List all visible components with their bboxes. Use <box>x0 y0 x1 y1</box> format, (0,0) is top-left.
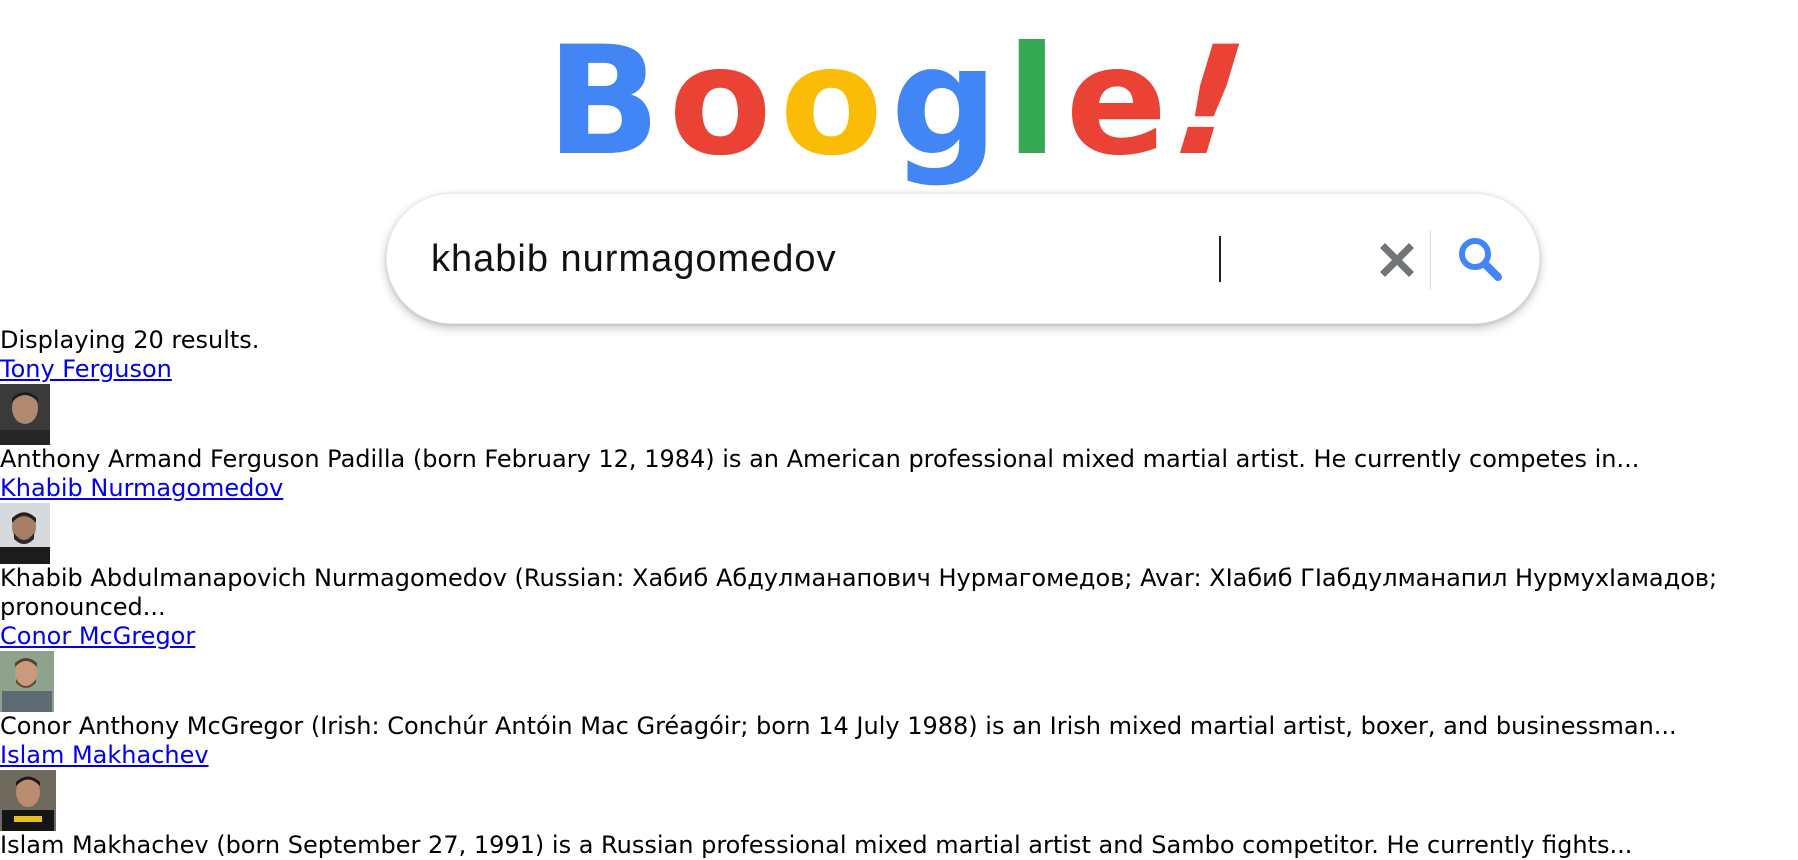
logo-letter-o1: o <box>668 15 780 189</box>
person-photo-icon <box>0 503 50 564</box>
result-title-link[interactable]: Islam Makhachev <box>0 741 209 770</box>
logo-letter-e: e <box>1065 15 1176 189</box>
result-item: Tony Ferguson Anthony Armand Ferguson Pa… <box>0 355 1798 474</box>
close-icon <box>1380 243 1414 277</box>
result-snippet: Conor Anthony McGregor (Irish: Conchúr A… <box>0 712 1677 740</box>
result-snippet: Islam Makhachev (born September 27, 1991… <box>0 831 1633 859</box>
result-snippet: Khabib Abdulmanapovich Nurmagomedov (Rus… <box>0 564 1718 621</box>
result-count: Displaying 20 results. <box>0 326 260 354</box>
logo-letter-o2: o <box>779 15 891 189</box>
result-thumbnail <box>0 651 54 712</box>
result-item: Islam Makhachev Islam Makhachev (born Se… <box>0 741 1798 860</box>
logo-letter-g: g <box>890 15 1007 189</box>
boogle-logo: Boogle! <box>0 15 1798 189</box>
search-button[interactable] <box>1447 226 1513 292</box>
clear-search-button[interactable] <box>1367 230 1427 290</box>
search-divider <box>1430 230 1431 290</box>
logo-letter-l: l <box>1006 15 1066 189</box>
person-photo-icon <box>0 384 50 445</box>
person-photo-icon <box>0 651 54 712</box>
result-title-link[interactable]: Khabib Nurmagomedov <box>0 474 283 503</box>
result-thumbnail <box>0 770 56 831</box>
result-title-link[interactable]: Tony Ferguson <box>0 355 172 384</box>
result-item: Khabib Nurmagomedov Khabib Abdulmanapovi… <box>0 474 1798 622</box>
logo-exclamation: ! <box>1166 15 1261 189</box>
result-item: Conor McGregor Conor Anthony McGregor (I… <box>0 622 1798 741</box>
search-results: Displaying 20 results. Tony Ferguson Ant… <box>0 326 1798 860</box>
search-input[interactable] <box>431 224 1311 294</box>
result-snippet: Anthony Armand Ferguson Padilla (born Fe… <box>0 445 1640 473</box>
result-thumbnail <box>0 384 50 445</box>
search-icon <box>1459 238 1502 281</box>
search-bar <box>386 193 1540 324</box>
result-thumbnail <box>0 503 50 564</box>
text-cursor <box>1219 236 1221 282</box>
result-title-link[interactable]: Conor McGregor <box>0 622 195 651</box>
logo-letter-b: B <box>546 15 669 189</box>
person-photo-icon <box>0 770 56 831</box>
